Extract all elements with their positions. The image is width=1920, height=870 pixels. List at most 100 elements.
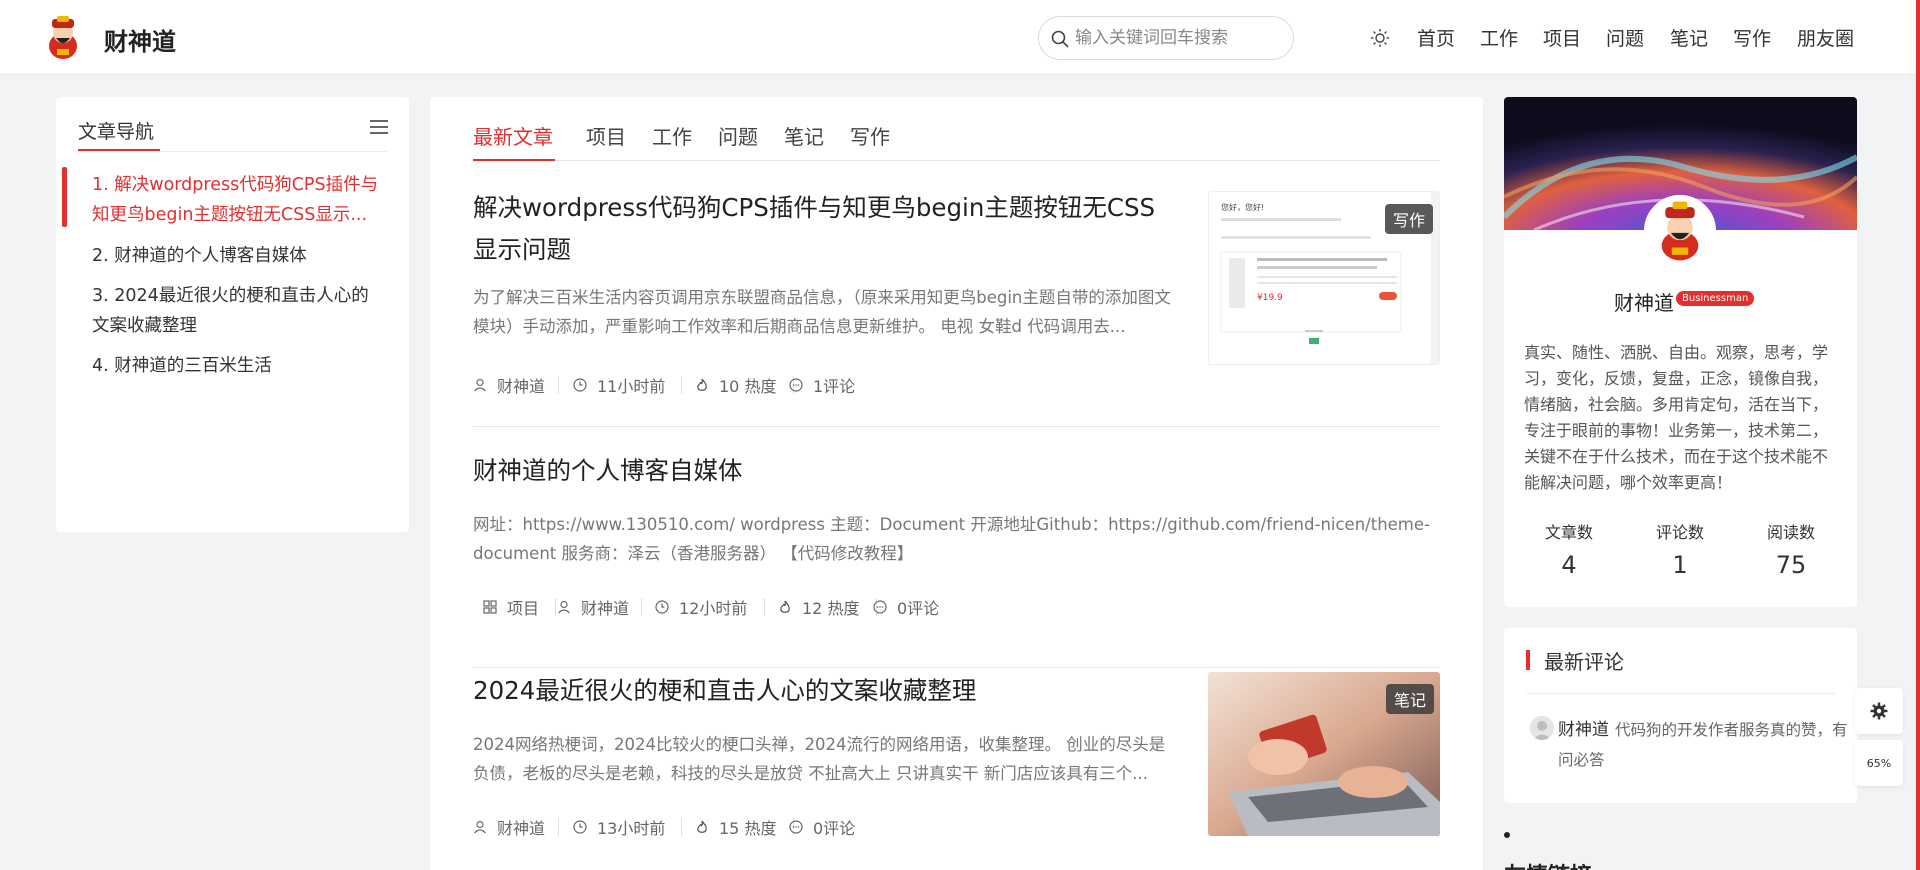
stat-label: 评论数 — [1655, 523, 1704, 542]
flame-icon — [780, 600, 790, 613]
post-heat: 10 热度 — [719, 377, 777, 396]
post-time: 13小时前 — [597, 819, 666, 838]
category-meta[interactable]: 项目 — [483, 595, 539, 619]
author-avatar[interactable] — [1644, 195, 1716, 267]
site-name[interactable]: 财神道 — [104, 22, 176, 57]
tab-notes[interactable]: 笔记 — [784, 121, 824, 150]
toc-divider — [78, 151, 388, 152]
main-content: 最新文章 项目 工作 问题 笔记 写作 解决wordpress代码狗CPS插件与… — [430, 97, 1483, 870]
stat-views: 阅读数 75 — [1741, 519, 1841, 579]
nav-writing[interactable]: 写作 — [1733, 24, 1771, 51]
category-badge: 写作 — [1384, 204, 1433, 234]
category-tabs: 最新文章 项目 工作 问题 笔记 写作 — [473, 121, 1440, 161]
gear-icon — [1870, 702, 1888, 720]
post-title[interactable]: 财神道的个人博客自媒体 — [473, 450, 1440, 492]
scroll-progress-button[interactable]: 65% — [1855, 740, 1903, 786]
category-badge: 笔记 — [1385, 684, 1434, 714]
menu-icon[interactable] — [370, 119, 388, 135]
meta-divider — [558, 376, 559, 394]
author-meta[interactable]: 财神道 — [557, 595, 629, 619]
user-icon — [474, 820, 486, 834]
stat-label: 文章数 — [1544, 523, 1593, 542]
meta-divider — [681, 376, 682, 394]
post-comments: 1评论 — [813, 377, 856, 396]
commenter-avatar[interactable] — [1530, 716, 1554, 740]
comments-divider — [1526, 693, 1836, 694]
nav-notes[interactable]: 笔记 — [1670, 24, 1708, 51]
author-bio: 真实、随性、洒脱、自由。观察，思考，学习，变化，反馈，复盘，正念，镜像自我，情绪… — [1524, 343, 1829, 492]
toc-title-underline — [78, 149, 160, 151]
post-comments: 0评论 — [813, 819, 856, 838]
author-meta[interactable]: 财神道 — [473, 815, 545, 839]
tab-questions[interactable]: 问题 — [718, 121, 758, 150]
toc-item-2[interactable]: 2. 财神道的个人博客自媒体 — [92, 241, 382, 271]
sun-icon[interactable] — [1370, 28, 1390, 48]
post-item: 财神道的个人博客自媒体 网址：https://www.130510.com/ w… — [473, 450, 1440, 668]
tab-active-underline — [473, 159, 555, 161]
post-author: 财神道 — [581, 599, 630, 618]
author-name[interactable]: 财神道 — [1614, 287, 1674, 316]
thumb-price: ¥19.9 — [1257, 293, 1283, 303]
search-input[interactable] — [1075, 25, 1275, 51]
grid-icon — [483, 600, 497, 614]
meta-divider — [681, 818, 682, 836]
time-meta: 11小时前 — [573, 373, 665, 397]
latest-comments-card: 最新评论 财神道 代码狗的开发作者服务真的赞，有问必答 — [1504, 628, 1857, 803]
toc-item-3[interactable]: 3. 2024最近很火的梗和直击人心的文案收藏整理 — [92, 281, 382, 341]
post-excerpt: 2024网络热梗词，2024比较火的梗口头禅，2024流行的网络用语，收集整理。… — [473, 735, 1166, 783]
user-icon — [558, 600, 570, 614]
comments-meta[interactable]: 0评论 — [873, 595, 939, 619]
heat-meta: 10 热度 — [695, 373, 776, 397]
nav-work[interactable]: 工作 — [1480, 24, 1518, 51]
toc-item-4[interactable]: 4. 财神道的三百米生活 — [92, 351, 382, 381]
time-meta: 13小时前 — [573, 815, 665, 839]
tab-writing[interactable]: 写作 — [850, 121, 890, 150]
author-meta[interactable]: 财神道 — [473, 373, 545, 397]
nav-questions[interactable]: 问题 — [1606, 24, 1644, 51]
comments-meta[interactable]: 1评论 — [789, 373, 855, 397]
search-box[interactable] — [1038, 16, 1294, 60]
post-time: 11小时前 — [597, 377, 666, 396]
comment-icon — [789, 378, 803, 392]
stat-articles: 文章数 4 — [1519, 519, 1619, 579]
tab-work[interactable]: 工作 — [652, 121, 692, 150]
clock-icon — [573, 378, 587, 392]
meta-divider — [641, 598, 642, 616]
toc-active-indicator — [62, 167, 67, 227]
nav-moments[interactable]: 朋友圈 — [1797, 24, 1854, 51]
comment-author[interactable]: 财神道 — [1558, 720, 1609, 740]
post-time: 12小时前 — [679, 599, 748, 618]
caishen-logo[interactable] — [44, 16, 82, 60]
post-title[interactable]: 解决wordpress代码狗CPS插件与知更鸟begin主题按钮无CSS显示问题 — [473, 187, 1178, 271]
post-item: 解决wordpress代码狗CPS插件与知更鸟begin主题按钮无CSS显示问题… — [473, 187, 1440, 427]
toc-item-1[interactable]: 1. 解决wordpress代码狗CPS插件与知更鸟begin主题按钮无CSS显… — [92, 170, 382, 230]
post-meta: 财神道 13小时前 15 热度 0评论 — [473, 815, 1178, 839]
article-toc: 文章导航 1. 解决wordpress代码狗CPS插件与知更鸟begin主题按钮… — [56, 97, 409, 532]
flame-icon — [697, 378, 707, 391]
scroll-progress-bar — [1916, 0, 1920, 870]
nav-projects[interactable]: 项目 — [1543, 24, 1581, 51]
heat-meta: 12 热度 — [778, 595, 859, 619]
post-heat: 15 热度 — [719, 819, 777, 838]
user-icon — [474, 378, 486, 392]
comments-title: 最新评论 — [1544, 650, 1624, 674]
comments-meta[interactable]: 0评论 — [789, 815, 855, 839]
comment-entry[interactable]: 财神道 代码狗的开发作者服务真的赞，有问必答 — [1558, 715, 1848, 775]
post-author: 财神道 — [497, 819, 546, 838]
post-thumbnail[interactable]: 您好，您好! ¥19.9 写作 — [1208, 191, 1440, 365]
search-icon[interactable] — [1050, 29, 1070, 49]
stat-label: 阅读数 — [1766, 523, 1815, 542]
tab-projects[interactable]: 项目 — [586, 121, 626, 150]
post-thumbnail[interactable]: 笔记 — [1208, 672, 1440, 836]
site-header: 财神道 首页 工作 项目 问题 笔记 写作 朋友圈 — [0, 0, 1920, 75]
thumb-greeting: 您好，您好! — [1221, 202, 1264, 212]
nav-home[interactable]: 首页 — [1417, 24, 1455, 51]
settings-button[interactable] — [1855, 688, 1903, 734]
toc-title: 文章导航 — [78, 121, 155, 143]
post-comments: 0评论 — [897, 599, 940, 618]
post-author: 财神道 — [497, 377, 546, 396]
post-category: 项目 — [507, 599, 540, 618]
post-title[interactable]: 2024最近很火的梗和直击人心的文案收藏整理 — [473, 670, 1178, 712]
stat-comments: 评论数 1 — [1630, 519, 1730, 579]
tab-latest[interactable]: 最新文章 — [473, 121, 553, 150]
